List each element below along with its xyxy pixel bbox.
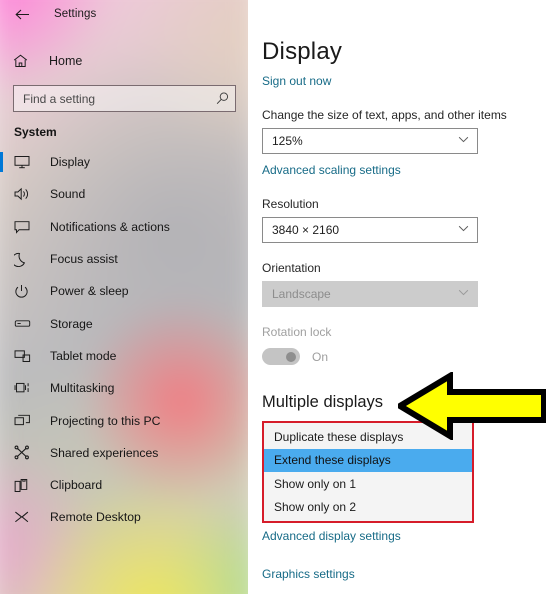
chevron-down-icon xyxy=(458,136,469,146)
sidebar-item-remote-desktop[interactable]: Remote Desktop xyxy=(0,501,248,533)
sidebar-item-tablet-mode[interactable]: Tablet mode xyxy=(0,340,248,372)
rotation-lock-label: Rotation lock xyxy=(262,325,332,339)
tablet-icon xyxy=(14,347,36,365)
speaker-icon xyxy=(14,185,36,203)
sidebar-item-label: Display xyxy=(50,155,90,170)
sidebar-item-notifications[interactable]: Notifications & actions xyxy=(0,211,248,243)
graphics-settings-link[interactable]: Graphics settings xyxy=(262,567,355,581)
dropdown-option-extend[interactable]: Extend these displays xyxy=(264,448,472,472)
sidebar-item-clipboard[interactable]: Clipboard xyxy=(0,469,248,501)
monitor-icon xyxy=(14,153,36,171)
settings-window: Settings Home Find a setting System Disp… xyxy=(0,0,550,594)
sidebar-item-label: Storage xyxy=(50,316,93,331)
sidebar-header: Settings xyxy=(0,0,248,28)
search-box[interactable] xyxy=(13,85,236,112)
dropdown-option-label: Duplicate these displays xyxy=(274,429,404,444)
remote-desktop-icon xyxy=(14,508,36,526)
sidebar-item-label: Focus assist xyxy=(50,252,118,267)
display-settings-panel: Display Sign out now Change the size of … xyxy=(248,0,550,594)
back-arrow-icon[interactable] xyxy=(12,4,32,24)
sidebar-item-projecting[interactable]: Projecting to this PC xyxy=(0,404,248,436)
dropdown-option-show-only-1[interactable]: Show only on 1 xyxy=(264,472,472,496)
scale-dropdown[interactable]: 125% xyxy=(262,128,478,154)
dropdown-option-label: Extend these displays xyxy=(274,453,391,468)
sidebar-item-label: Shared experiences xyxy=(50,445,159,460)
rotation-lock-toggle xyxy=(262,348,300,365)
dropdown-option-duplicate[interactable]: Duplicate these displays xyxy=(264,425,472,449)
drive-icon xyxy=(14,315,36,333)
toggle-knob xyxy=(286,351,296,362)
rotation-lock-row: On xyxy=(262,348,550,365)
dropdown-option-show-only-2[interactable]: Show only on 2 xyxy=(264,496,472,520)
sidebar-group-title: System xyxy=(14,125,57,139)
moon-icon xyxy=(14,250,36,268)
window-title: Settings xyxy=(54,8,97,20)
sidebar-item-label: Projecting to this PC xyxy=(50,413,161,428)
dropdown-option-label: Show only on 1 xyxy=(274,476,357,491)
page-title: Display xyxy=(262,38,343,65)
sign-out-now-link[interactable]: Sign out now xyxy=(262,74,331,88)
chevron-down-icon xyxy=(458,225,469,235)
advanced-scaling-settings-link[interactable]: Advanced scaling settings xyxy=(262,163,401,177)
sidebar-item-multitasking[interactable]: Multitasking xyxy=(0,372,248,404)
sidebar-item-label: Tablet mode xyxy=(50,348,117,363)
selection-indicator xyxy=(0,152,3,172)
resolution-dropdown[interactable]: 3840 × 2160 xyxy=(262,217,478,243)
resolution-value: 3840 × 2160 xyxy=(272,223,340,237)
rotation-lock-state: On xyxy=(312,349,329,364)
sidebar-home-label: Home xyxy=(49,54,83,68)
multiple-displays-heading: Multiple displays xyxy=(262,393,384,411)
chevron-down-icon xyxy=(458,289,469,299)
sidebar-item-label: Clipboard xyxy=(50,478,103,493)
sidebar-item-display[interactable]: Display xyxy=(0,146,248,178)
power-icon xyxy=(14,282,36,300)
search-input[interactable] xyxy=(23,91,215,106)
sidebar-item-label: Remote Desktop xyxy=(50,510,141,525)
multiple-displays-dropdown-list: Duplicate these displays Extend these di… xyxy=(262,421,474,523)
scale-value: 125% xyxy=(272,134,303,148)
sidebar-item-label: Notifications & actions xyxy=(50,219,170,234)
sidebar-nav-list: Display Sound Notifications & actions Fo… xyxy=(0,146,248,534)
multitasking-icon xyxy=(14,379,36,397)
sidebar-item-storage[interactable]: Storage xyxy=(0,307,248,339)
dropdown-option-label: Show only on 2 xyxy=(274,500,357,515)
share-icon xyxy=(14,444,36,462)
advanced-display-settings-link[interactable]: Advanced display settings xyxy=(262,529,401,543)
home-icon xyxy=(13,54,35,68)
project-icon xyxy=(14,412,36,430)
sidebar-item-label: Power & sleep xyxy=(50,284,129,299)
clipboard-icon xyxy=(14,476,36,494)
sidebar-item-home[interactable]: Home xyxy=(0,46,248,76)
orientation-label: Orientation xyxy=(262,261,321,275)
sidebar-item-shared-experiences[interactable]: Shared experiences xyxy=(0,437,248,469)
sidebar-item-sound[interactable]: Sound xyxy=(0,178,248,210)
notification-icon xyxy=(14,218,36,236)
resolution-label: Resolution xyxy=(262,197,319,211)
sidebar-item-label: Multitasking xyxy=(50,381,115,396)
orientation-value: Landscape xyxy=(272,287,331,301)
sidebar-item-label: Sound xyxy=(50,187,86,202)
sidebar-item-power-sleep[interactable]: Power & sleep xyxy=(0,275,248,307)
scale-label: Change the size of text, apps, and other… xyxy=(262,108,507,122)
search-icon[interactable] xyxy=(215,92,229,106)
sidebar-item-focus-assist[interactable]: Focus assist xyxy=(0,243,248,275)
orientation-dropdown: Landscape xyxy=(262,281,478,307)
sidebar: Settings Home Find a setting System Disp… xyxy=(0,0,248,594)
